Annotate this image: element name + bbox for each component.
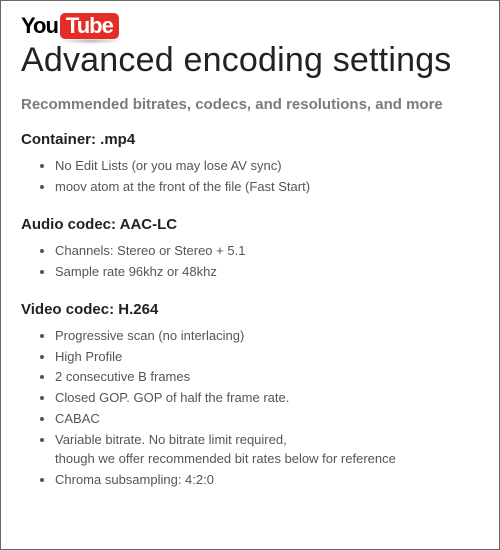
audio-list: Channels: Stereo or Stereo + 5.1 Sample … — [21, 241, 479, 283]
list-item: CABAC — [55, 409, 479, 430]
page-subtitle: Recommended bitrates, codecs, and resolu… — [21, 96, 479, 113]
list-item: Variable bitrate. No bitrate limit requi… — [55, 430, 479, 470]
section-head-container: Container: .mp4 — [21, 131, 479, 148]
page-title: Advanced encoding settings — [21, 41, 479, 80]
container-list: No Edit Lists (or you may lose AV sync) … — [21, 156, 479, 198]
section-label: Container: — [21, 131, 100, 148]
list-item: High Profile — [55, 347, 479, 368]
list-item: Chroma subsampling: 4:2:0 — [55, 470, 479, 491]
logo-you-text: You — [21, 13, 58, 39]
video-list: Progressive scan (no interlacing) High P… — [21, 326, 479, 491]
logo-tube-text: Tube — [60, 13, 119, 39]
list-item: Sample rate 96khz or 48khz — [55, 262, 479, 283]
list-item: moov atom at the front of the file (Fast… — [55, 177, 479, 198]
section-head-video: Video codec: H.264 — [21, 301, 479, 318]
youtube-logo: You Tube — [21, 13, 479, 39]
list-item: Channels: Stereo or Stereo + 5.1 — [55, 241, 479, 262]
section-value: AAC-LC — [120, 216, 178, 233]
list-item: No Edit Lists (or you may lose AV sync) — [55, 156, 479, 177]
section-value: .mp4 — [100, 131, 135, 148]
section-label: Audio codec: — [21, 216, 120, 233]
page: You Tube Advanced encoding settings Reco… — [0, 0, 500, 550]
section-head-audio: Audio codec: AAC-LC — [21, 216, 479, 233]
list-item: Closed GOP. GOP of half the frame rate. — [55, 388, 479, 409]
section-value: H.264 — [118, 301, 158, 318]
logo-tube-wrap: Tube — [60, 13, 119, 39]
list-item: 2 consecutive B frames — [55, 367, 479, 388]
section-label: Video codec: — [21, 301, 118, 318]
list-item: Progressive scan (no interlacing) — [55, 326, 479, 347]
